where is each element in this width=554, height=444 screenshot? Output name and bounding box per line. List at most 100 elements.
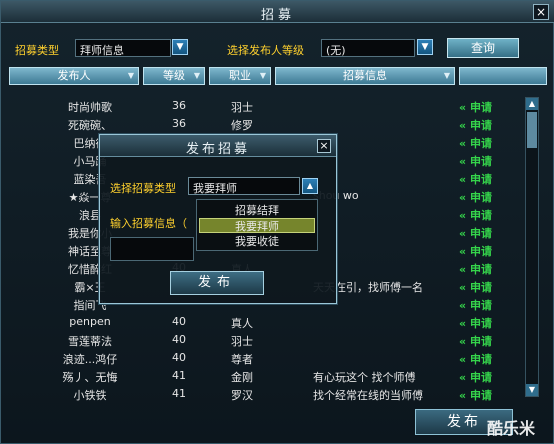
close-button[interactable]: ×: [533, 4, 549, 20]
table-row: 浪迹...鸿仔 40 尊者 « 申请: [9, 349, 523, 367]
publisher-level: 40: [172, 333, 186, 346]
publisher-level: 40: [172, 351, 186, 364]
apply-button[interactable]: « 申请: [459, 189, 492, 205]
publisher-name: 死碗碗、: [68, 119, 112, 132]
apply-button[interactable]: « 申请: [459, 207, 492, 223]
double-chevron-left-icon: «: [459, 263, 467, 276]
apply-button[interactable]: « 申请: [459, 261, 492, 277]
column-header-info[interactable]: 招募信息 ▼: [275, 67, 455, 85]
apply-button[interactable]: « 申请: [459, 243, 492, 259]
apply-label: 申请: [469, 263, 492, 276]
type-dropdown-icon[interactable]: ▼: [172, 39, 188, 55]
sort-arrow-icon: ▼: [259, 71, 266, 80]
double-chevron-left-icon: «: [459, 155, 467, 168]
apply-button[interactable]: « 申请: [459, 297, 492, 313]
apply-button[interactable]: « 申请: [459, 135, 492, 151]
publisher-level: 36: [172, 99, 186, 112]
apply-label: 申请: [469, 389, 492, 402]
publisher-class: 羽士: [231, 335, 253, 348]
apply-label: 申请: [469, 353, 492, 366]
query-button[interactable]: 查询: [447, 38, 519, 58]
sort-arrow-icon: ▼: [443, 71, 450, 80]
column-header-blank: [459, 67, 547, 85]
column-header-class[interactable]: 职业 ▼: [209, 67, 271, 85]
double-chevron-left-icon: «: [459, 173, 467, 186]
table-row: 死碗碗、 36 修罗 « 申请: [9, 115, 523, 133]
scroll-up-icon[interactable]: ▲: [526, 98, 538, 110]
apply-label: 申请: [469, 137, 492, 150]
level-select[interactable]: (无): [321, 39, 415, 57]
column-header-label: 等级: [163, 69, 185, 82]
publisher-class: 罗汉: [231, 389, 253, 402]
recruit-window: 招募 × 招募类型 拜师信息 ▼ 选择发布人等级 (无) ▼ 查询 发布人 ▼ 等…: [0, 0, 554, 444]
title-bar: 招募 ×: [1, 1, 554, 23]
table-row: 雪莲蒂法 40 羽士 « 申请: [9, 331, 523, 349]
column-header-label: 发布人: [57, 69, 91, 82]
scroll-down-icon[interactable]: ▼: [526, 384, 538, 396]
column-header-publisher[interactable]: 发布人 ▼: [9, 67, 139, 85]
double-chevron-left-icon: «: [459, 227, 467, 240]
option-item-selected[interactable]: 我要拜师: [199, 218, 315, 233]
publisher-class: 修罗: [231, 119, 253, 132]
apply-label: 申请: [469, 191, 492, 204]
publisher-class: 尊者: [231, 353, 253, 366]
apply-button[interactable]: « 申请: [459, 387, 492, 403]
apply-button[interactable]: « 申请: [459, 315, 492, 331]
publish-dialog: 发布招募 × 选择招募类型 我要拜师 ▲ 招募结拜 我要拜师 我要收徒 输入招募…: [99, 134, 337, 304]
dialog-publish-button[interactable]: 发布: [170, 271, 264, 295]
table-row: 小铁铁 41 罗汉 找个经常在线的当师傅 « 申请: [9, 385, 523, 403]
double-chevron-left-icon: «: [459, 191, 467, 204]
double-chevron-left-icon: «: [459, 371, 467, 384]
watermark-logo: 酷乐米: [487, 419, 536, 438]
window-title: 招募: [260, 8, 295, 23]
apply-button[interactable]: « 申请: [459, 153, 492, 169]
publisher-name: 小铁铁: [73, 389, 107, 402]
dialog-info-label: 输入招募信息（: [110, 217, 187, 230]
apply-label: 申请: [469, 119, 492, 132]
type-label: 招募类型: [15, 44, 59, 57]
double-chevron-left-icon: «: [459, 353, 467, 366]
double-chevron-left-icon: «: [459, 245, 467, 258]
type-select[interactable]: 拜师信息: [75, 39, 171, 57]
dialog-title-bar: 发布招募 ×: [100, 135, 336, 157]
publisher-class: 真人: [231, 317, 253, 330]
column-header-level[interactable]: 等级 ▼: [143, 67, 205, 85]
dialog-close-button[interactable]: ×: [317, 139, 331, 153]
apply-label: 申请: [469, 173, 492, 186]
scroll-thumb[interactable]: [527, 112, 537, 148]
double-chevron-left-icon: «: [459, 119, 467, 132]
apply-button[interactable]: « 申请: [459, 99, 492, 115]
list-scrollbar[interactable]: ▲ ▼: [525, 97, 539, 397]
publisher-name: 雪莲蒂法: [68, 335, 112, 348]
apply-button[interactable]: « 申请: [459, 225, 492, 241]
sort-arrow-icon: ▼: [193, 71, 200, 80]
publisher-class: 羽士: [231, 101, 253, 114]
dialog-info-input[interactable]: [110, 237, 194, 261]
dialog-type-select[interactable]: 我要拜师: [188, 177, 300, 195]
apply-label: 申请: [469, 209, 492, 222]
dialog-title: 发布招募: [185, 142, 250, 157]
apply-button[interactable]: « 申请: [459, 279, 492, 295]
dialog-dropdown-icon[interactable]: ▲: [302, 178, 318, 194]
dialog-type-options: 招募结拜 我要拜师 我要收徒: [196, 199, 318, 251]
apply-button[interactable]: « 申请: [459, 333, 492, 349]
dialog-type-label: 选择招募类型: [110, 182, 176, 195]
publisher-level: 41: [172, 387, 186, 400]
level-dropdown-icon[interactable]: ▼: [417, 39, 433, 55]
double-chevron-left-icon: «: [459, 281, 467, 294]
apply-button[interactable]: « 申请: [459, 369, 492, 385]
apply-label: 申请: [469, 227, 492, 240]
double-chevron-left-icon: «: [459, 101, 467, 114]
apply-label: 申请: [469, 281, 492, 294]
option-item[interactable]: 招募结拜: [199, 203, 315, 218]
table-row: 殇丿、无悔 41 金刚 有心玩这个 找个师傅 « 申请: [9, 367, 523, 385]
apply-button[interactable]: « 申请: [459, 351, 492, 367]
apply-button[interactable]: « 申请: [459, 171, 492, 187]
apply-button[interactable]: « 申请: [459, 117, 492, 133]
apply-label: 申请: [469, 371, 492, 384]
double-chevron-left-icon: «: [459, 299, 467, 312]
publisher-name: 浪迹...鸿仔: [62, 353, 118, 366]
apply-label: 申请: [469, 245, 492, 258]
option-item[interactable]: 我要收徒: [199, 234, 315, 249]
publisher-name: 殇丿、无悔: [62, 371, 118, 384]
